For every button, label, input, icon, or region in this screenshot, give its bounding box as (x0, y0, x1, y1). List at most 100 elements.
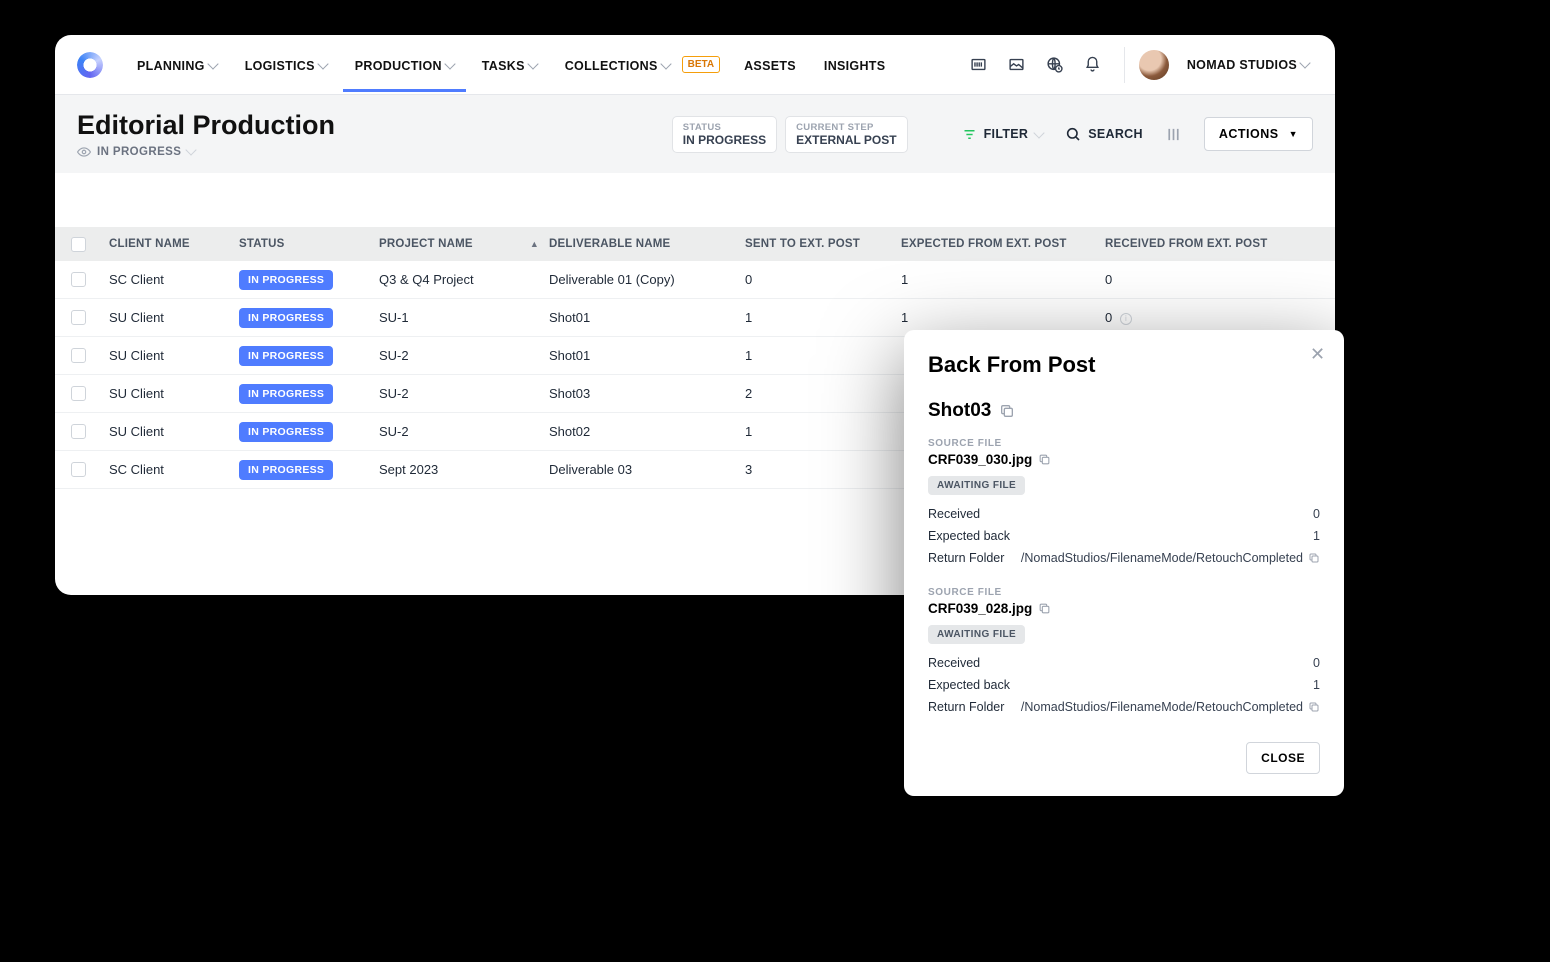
cell-status: IN PROGRESS (239, 460, 379, 480)
copy-icon[interactable] (1038, 453, 1051, 466)
close-button[interactable]: CLOSE (1246, 742, 1320, 774)
nav-label: COLLECTIONS (565, 59, 658, 73)
cell-project: SU-1 (379, 310, 549, 325)
org-switcher[interactable]: NOMAD STUDIOS (1183, 58, 1313, 72)
cell-deliverable: Shot02 (549, 424, 745, 439)
copy-icon[interactable] (1308, 552, 1320, 564)
cell-received: 0 (1105, 272, 1287, 287)
row-checkbox[interactable] (71, 424, 86, 439)
kv-expected: Expected back1 (928, 674, 1320, 696)
col-sent[interactable]: SENT TO EXT. POST (745, 238, 901, 250)
actions-label: ACTIONS (1219, 127, 1279, 141)
actions-button[interactable]: ACTIONS ▼ (1204, 117, 1313, 151)
source-file-label: SOURCE FILE (928, 587, 1320, 598)
cell-client: SC Client (109, 462, 239, 477)
copy-icon[interactable] (1038, 602, 1051, 615)
page-title: Editorial Production (77, 110, 335, 141)
source-file-block: SOURCE FILECRF039_030.jpg AWAITING FILER… (928, 438, 1320, 569)
table-row[interactable]: SC ClientIN PROGRESSQ3 & Q4 ProjectDeliv… (55, 261, 1335, 299)
cell-client: SC Client (109, 272, 239, 287)
avatar[interactable] (1139, 50, 1169, 80)
nav-planning[interactable]: PLANNING (125, 39, 229, 91)
chevron-down-icon (1299, 57, 1310, 68)
source-file-name: CRF039_028.jpg (928, 601, 1320, 616)
row-checkbox[interactable] (71, 386, 86, 401)
filter-icon (962, 127, 977, 142)
col-received[interactable]: RECEIVED FROM EXT. POST (1105, 238, 1287, 250)
copy-subject-icon[interactable] (999, 403, 1015, 419)
nav-label: PRODUCTION (355, 59, 442, 73)
row-checkbox[interactable] (71, 272, 86, 287)
cell-sent: 3 (745, 462, 901, 477)
col-deliverable[interactable]: DELIVERABLE NAME (549, 238, 745, 250)
cell-client: SU Client (109, 310, 239, 325)
chevron-down-icon (444, 58, 455, 69)
divider (1124, 47, 1125, 83)
cell-sent: 1 (745, 348, 901, 363)
step-pill[interactable]: CURRENT STEP EXTERNAL POST (785, 116, 907, 153)
cell-project: SU-2 (379, 424, 549, 439)
pill-label: STATUS (683, 122, 766, 133)
search-icon (1065, 126, 1081, 142)
select-all-checkbox[interactable] (71, 237, 86, 252)
copy-icon[interactable] (1308, 701, 1320, 713)
nav-assets[interactable]: ASSETS (732, 39, 808, 91)
cell-status: IN PROGRESS (239, 270, 379, 290)
barcode-icon[interactable] (962, 48, 996, 82)
modal-subject: Shot03 (928, 400, 1320, 422)
cell-client: SU Client (109, 348, 239, 363)
top-nav: PLANNING LOGISTICS PRODUCTION TASKS COLL… (55, 35, 1335, 95)
image-icon[interactable] (1000, 48, 1034, 82)
columns-button[interactable] (1165, 126, 1182, 143)
col-project[interactable]: PROJECT NAME ▲ (379, 238, 549, 250)
chevron-down-icon (527, 58, 538, 69)
status-dropdown[interactable]: IN PROGRESS (77, 145, 335, 159)
filter-pills: STATUS IN PROGRESS CURRENT STEP EXTERNAL… (672, 116, 908, 153)
nav-label: LOGISTICS (245, 59, 315, 73)
globe-clock-icon[interactable] (1038, 48, 1072, 82)
col-status[interactable]: STATUS (239, 238, 379, 250)
page-title-block: Editorial Production IN PROGRESS (77, 110, 335, 159)
awaiting-badge: AWAITING FILE (928, 625, 1025, 644)
cell-sent: 1 (745, 310, 901, 325)
nav-insights[interactable]: INSIGHTS (812, 39, 897, 91)
toolbar: FILTER SEARCH ACTIONS ▼ (962, 117, 1313, 151)
nav-collections[interactable]: COLLECTIONS (553, 39, 682, 91)
cell-status: IN PROGRESS (239, 346, 379, 366)
status-pill[interactable]: STATUS IN PROGRESS (672, 116, 777, 153)
col-client[interactable]: CLIENT NAME (109, 238, 239, 250)
kv-received: Received0 (928, 652, 1320, 674)
row-checkbox[interactable] (71, 462, 86, 477)
nav-logistics[interactable]: LOGISTICS (233, 39, 339, 91)
cell-deliverable: Shot03 (549, 386, 745, 401)
nav-production[interactable]: PRODUCTION (343, 39, 466, 91)
col-expected[interactable]: EXPECTED FROM EXT. POST (901, 238, 1105, 250)
cell-deliverable: Deliverable 03 (549, 462, 745, 477)
table-header: CLIENT NAME STATUS PROJECT NAME ▲ DELIVE… (55, 227, 1335, 261)
cell-deliverable: Deliverable 01 (Copy) (549, 272, 745, 287)
source-file-label: SOURCE FILE (928, 438, 1320, 449)
sort-asc-icon: ▲ (530, 239, 539, 249)
bell-icon[interactable] (1076, 48, 1110, 82)
filter-label: FILTER (984, 127, 1029, 141)
nav-tasks[interactable]: TASKS (470, 39, 549, 91)
filter-button[interactable]: FILTER (962, 127, 1044, 142)
search-button[interactable]: SEARCH (1065, 126, 1143, 142)
back-from-post-modal: ✕ Back From Post Shot03 SOURCE FILECRF03… (904, 330, 1344, 796)
row-checkbox[interactable] (71, 310, 86, 325)
chevron-down-icon (186, 144, 197, 155)
nav-label: INSIGHTS (824, 59, 885, 73)
kv-folder: Return Folder/NomadStudios/FilenameMode/… (928, 696, 1320, 718)
cell-client: SU Client (109, 424, 239, 439)
close-icon[interactable]: ✕ (1310, 344, 1330, 364)
cell-expected: 1 (901, 272, 1105, 287)
cell-project: SU-2 (379, 348, 549, 363)
cell-expected: 1 (901, 310, 1105, 325)
cell-sent: 1 (745, 424, 901, 439)
info-icon[interactable]: i (1120, 313, 1132, 325)
kv-expected: Expected back1 (928, 525, 1320, 547)
cell-project: SU-2 (379, 386, 549, 401)
chevron-down-icon (207, 58, 218, 69)
pill-label: CURRENT STEP (796, 122, 896, 133)
row-checkbox[interactable] (71, 348, 86, 363)
